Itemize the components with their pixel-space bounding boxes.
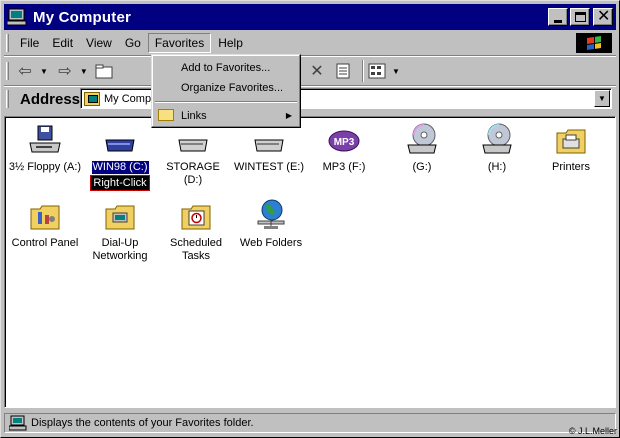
properties-button[interactable] [332,59,354,83]
chevron-down-icon: ▼ [598,94,606,103]
drive-item-d[interactable]: STORAGE (D:) [153,123,233,187]
submenu-arrow-icon: ▶ [285,111,292,120]
address-label: Address [20,90,81,108]
title-bar[interactable]: My Computer ✕ [4,4,616,30]
my-computer-status-icon [8,415,27,431]
menu-grip[interactable] [6,34,9,52]
folder-label: Web Folders [239,237,303,249]
drive-item-h[interactable]: (H:) [457,123,537,174]
control-panel-folder[interactable]: Control Panel [5,199,85,250]
my-computer-icon [6,8,27,26]
address-value: My Compu [104,92,158,105]
dialup-networking-folder[interactable]: Dial-Up Networking [80,199,160,263]
menu-edit[interactable]: Edit [46,34,79,52]
folder-view[interactable]: 3½ Floppy (A:) WIN98 (C:) Right-Click ST… [4,116,616,408]
toolbar-grip[interactable] [6,62,9,80]
folder-label: Control Panel [11,237,79,249]
back-arrow-icon: ⇦ [18,63,32,80]
drive-label: (G:) [412,161,432,173]
forward-button[interactable]: ⇨ ▼ [54,59,88,83]
drive-item-f[interactable]: MP3 MP3 (F:) [304,123,384,174]
folder-label: Printers [552,161,590,173]
drive-label: WINTEST (E:) [233,161,305,173]
menu-help[interactable]: Help [212,34,249,52]
links-submenu-item[interactable]: Links ▶ [154,106,298,126]
status-panel: Displays the contents of your Favorites … [4,413,616,433]
folder-label: Scheduled Tasks [170,237,222,262]
folder-label: Dial-Up Networking [92,237,148,262]
maximize-button[interactable] [570,8,590,26]
organize-favorites-item[interactable]: Organize Favorites... [154,78,298,98]
up-folder-button[interactable] [94,59,116,83]
drive-label: STORAGE (D:) [166,161,220,186]
forward-dropdown-icon[interactable]: ▼ [80,67,88,76]
organize-favorites-label: Organize Favorites... [181,82,284,94]
scheduled-tasks-icon [156,199,236,231]
menu-bar: File Edit View Go Favorites Help [4,32,616,54]
drive-label: (H:) [487,161,507,173]
drive-label: WIN98 (C:) [90,160,150,175]
back-button[interactable]: ⇦ ▼ [14,59,48,83]
drive-item-a[interactable]: 3½ Floppy (A:) [5,123,85,174]
views-icon [366,61,388,81]
drive-label: 3½ Floppy (A:) [8,161,82,173]
drive-item-e[interactable]: WINTEST (E:) [229,123,309,174]
printer-folder-icon [531,123,611,155]
menu-divider [155,101,297,103]
minimize-icon [554,20,562,23]
dialup-networking-icon [80,199,160,231]
minimize-button[interactable] [548,8,568,26]
add-to-favorites-item[interactable]: Add to Favorites... [154,58,298,78]
menu-view[interactable]: View [80,34,118,52]
address-bar: Address My Compu ▼ [4,87,616,111]
menu-file[interactable]: File [14,34,45,52]
up-folder-icon [94,61,116,81]
copyright-note: © J.L.Meller [568,426,617,436]
close-button[interactable]: ✕ [593,8,613,26]
drive-item-g[interactable]: (G:) [382,123,462,174]
scheduled-tasks-folder[interactable]: Scheduled Tasks [156,199,236,263]
folder-icon [158,109,174,121]
menu-favorites[interactable]: Favorites [147,33,212,53]
delete-x-icon: ✕ [310,63,324,80]
views-button[interactable]: ▼ [366,59,400,83]
windows-logo-icon [576,33,612,53]
forward-arrow-icon: ⇨ [58,63,72,80]
cd-drive-icon [382,123,462,155]
cut-button[interactable]: ✕ [306,59,328,83]
mp3-drive-icon: MP3 [304,123,384,155]
printers-folder[interactable]: Printers [531,123,611,174]
address-grip[interactable] [6,90,9,108]
hard-drive-icon [80,123,160,155]
svg-text:MP3: MP3 [334,137,355,148]
window-title: My Computer [33,8,132,26]
floppy-drive-icon [5,123,85,155]
back-dropdown-icon[interactable]: ▼ [40,67,48,76]
add-to-favorites-label: Add to Favorites... [181,62,271,74]
standard-toolbar: ⇦ ▼ ⇨ ▼ ✕ ▼ [4,57,616,85]
web-folders-folder[interactable]: Web Folders [231,199,311,250]
drive-item-c[interactable]: WIN98 (C:) Right-Click [80,123,160,191]
views-dropdown-icon[interactable]: ▼ [392,67,400,76]
status-bar: Displays the contents of your Favorites … [4,411,616,435]
properties-icon [332,61,354,81]
explorer-window: My Computer ✕ File Edit View Go Favorite… [0,0,620,438]
favorites-menu: Add to Favorites... Organize Favorites..… [151,54,301,128]
toolbar-separator [362,60,364,82]
maximize-icon [575,12,586,22]
address-dropdown-button[interactable]: ▼ [594,90,610,107]
links-label: Links [181,110,207,122]
menu-go[interactable]: Go [119,34,147,52]
status-text: Displays the contents of your Favorites … [31,417,254,429]
close-icon: ✕ [597,8,611,25]
drive-label: MP3 (F:) [322,161,366,173]
cd-drive-icon [457,123,537,155]
web-folders-icon [231,199,311,231]
right-click-callout: Right-Click [90,175,150,191]
control-panel-icon [5,199,85,231]
my-computer-small-icon [84,91,100,106]
